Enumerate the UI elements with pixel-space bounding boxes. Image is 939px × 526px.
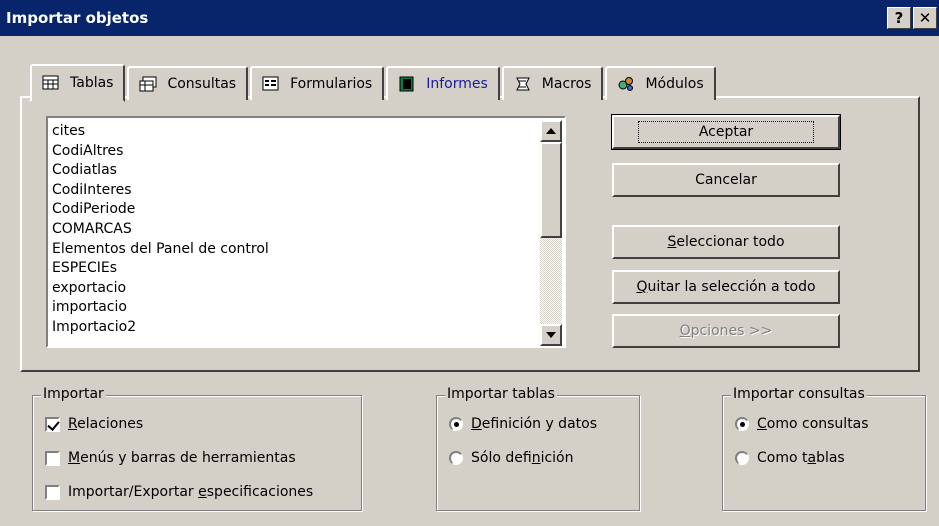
help-button[interactable]: ?	[887, 7, 911, 29]
list-item[interactable]: CodiInteres	[52, 181, 532, 201]
list-item[interactable]: importacio	[52, 298, 532, 318]
as-tables-radio[interactable]	[735, 451, 749, 465]
list-item[interactable]: Elementos del Panel de control	[52, 240, 532, 260]
object-list[interactable]: cites CodiAltres Codiatlas CodiInteres C…	[46, 116, 566, 348]
accept-label: Aceptar	[637, 121, 815, 143]
arrow-down-icon	[546, 332, 556, 338]
list-item[interactable]: Codiatlas	[52, 161, 532, 181]
close-button[interactable]: ✕	[913, 7, 937, 29]
list-item[interactable]: CodiAltres	[52, 142, 532, 162]
menus-label: Menús y barras de herramientas	[68, 450, 296, 466]
table-icon	[42, 75, 60, 91]
scroll-thumb[interactable]	[540, 142, 562, 238]
definition-data-option[interactable]: Definición y datos	[449, 416, 597, 432]
tab-label: Formularios	[290, 76, 373, 92]
list-item[interactable]: Importacio2	[52, 318, 532, 338]
vertical-scrollbar[interactable]	[540, 120, 562, 346]
tab-modulos[interactable]: Módulos	[605, 66, 716, 100]
list-item[interactable]: exportacio	[52, 279, 532, 299]
object-list-items: cites CodiAltres Codiatlas CodiInteres C…	[52, 122, 532, 338]
cancel-label: Cancelar	[695, 172, 757, 188]
options-label: Opciones >>	[679, 323, 773, 339]
tab-macros[interactable]: Macros	[501, 66, 604, 100]
import-queries-legend: Importar consultas	[731, 386, 867, 402]
tab-strip: Tablas Consultas Formularios Informes Ma…	[30, 62, 718, 102]
scroll-down-button[interactable]	[540, 324, 562, 346]
cancel-button[interactable]: Cancelar	[612, 163, 840, 197]
menus-option[interactable]: Menús y barras de herramientas	[45, 450, 296, 466]
list-item[interactable]: ESPECIEs	[52, 259, 532, 279]
tab-consultas[interactable]: Consultas	[127, 66, 249, 100]
form-icon	[262, 76, 280, 92]
scroll-up-button[interactable]	[540, 120, 562, 142]
definition-only-option[interactable]: Sólo definición	[449, 450, 573, 466]
macro-icon	[514, 76, 532, 92]
tab-label: Módulos	[645, 76, 704, 92]
report-icon	[398, 76, 416, 92]
module-icon	[617, 76, 635, 92]
select-all-button[interactable]: Seleccionar todo	[612, 225, 840, 259]
tab-tablas[interactable]: Tablas	[30, 64, 126, 102]
specs-option[interactable]: Importar/Exportar especificaciones	[45, 484, 313, 500]
list-item[interactable]: cites	[52, 122, 532, 142]
tab-formularios[interactable]: Formularios	[250, 66, 385, 100]
relations-label: Relaciones	[68, 416, 144, 432]
tab-label: Informes	[426, 76, 488, 92]
as-tables-option[interactable]: Como tablas	[735, 450, 845, 466]
arrow-up-icon	[546, 128, 556, 134]
tab-label: Consultas	[167, 76, 237, 92]
options-button[interactable]: Opciones >>	[612, 314, 840, 348]
relations-checkbox[interactable]	[45, 416, 60, 432]
title-bar: Importar objetos ? ✕	[0, 0, 939, 36]
deselect-all-button[interactable]: Quitar la selección a todo	[612, 270, 840, 304]
menus-checkbox[interactable]	[45, 450, 60, 466]
list-item[interactable]: COMARCAS	[52, 220, 532, 240]
specs-checkbox[interactable]	[45, 484, 60, 500]
as-queries-label: Como consultas	[757, 416, 869, 432]
list-item[interactable]: CodiPeriode	[52, 200, 532, 220]
definition-only-radio[interactable]	[449, 451, 463, 465]
tab-label: Tablas	[70, 75, 114, 91]
import-tables-group: Importar tablas Definición y datos Sólo …	[436, 386, 640, 511]
as-queries-radio[interactable]	[735, 417, 749, 431]
query-icon	[139, 76, 157, 92]
window-title: Importar objetos	[6, 9, 149, 27]
as-tables-label: Como tablas	[757, 450, 845, 466]
specs-label: Importar/Exportar especificaciones	[68, 484, 314, 500]
as-queries-option[interactable]: Como consultas	[735, 416, 869, 432]
import-tables-legend: Importar tablas	[445, 386, 557, 402]
import-legend: Importar	[41, 386, 106, 402]
definition-data-label: Definición y datos	[471, 416, 598, 432]
tab-informes[interactable]: Informes	[386, 66, 500, 100]
import-queries-group: Importar consultas Como consultas Como t…	[722, 386, 926, 511]
definition-data-radio[interactable]	[449, 417, 463, 431]
relations-option[interactable]: Relaciones	[45, 416, 143, 432]
tab-label: Macros	[541, 76, 592, 92]
select-all-label: Seleccionar todo	[667, 234, 785, 250]
import-group: Importar Relaciones Menús y barras de he…	[32, 386, 362, 511]
accept-button[interactable]: Aceptar	[611, 114, 841, 150]
definition-only-label: Sólo definición	[471, 450, 574, 466]
deselect-all-label: Quitar la selección a todo	[636, 279, 816, 295]
